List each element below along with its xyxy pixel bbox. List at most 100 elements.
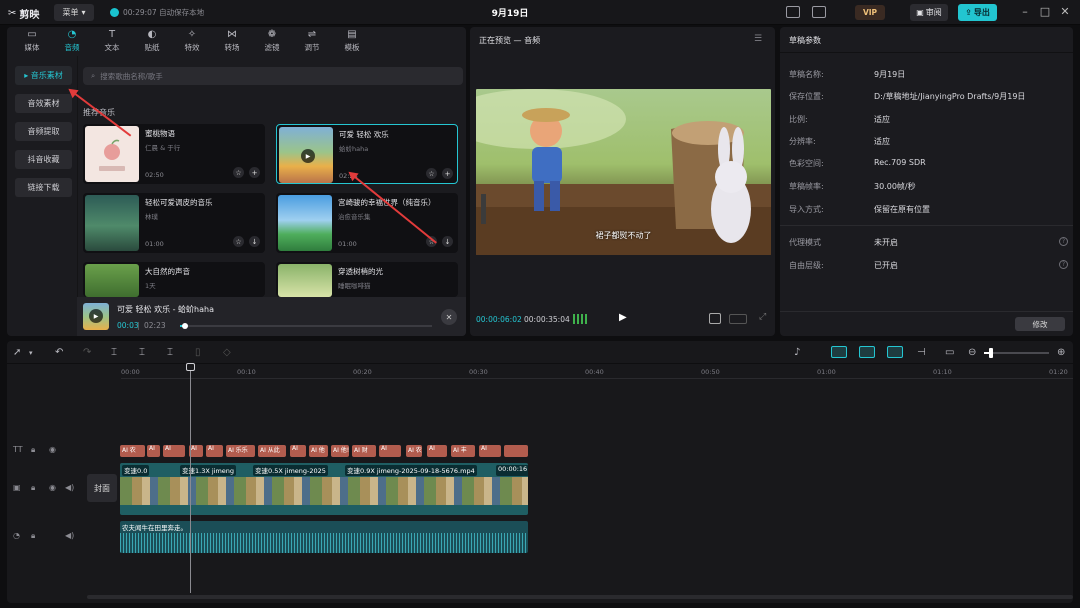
text-clip[interactable]: AI	[147, 445, 160, 457]
tab-transition[interactable]: ⋈ 转场	[212, 27, 252, 56]
lock-icon[interactable]: 🔒︎	[31, 531, 35, 541]
menu-icon[interactable]: ☰	[754, 34, 762, 44]
player-progress-handle[interactable]	[182, 323, 189, 329]
add-icon[interactable]: +	[249, 167, 260, 178]
search-input[interactable]: ⌕ 搜索歌曲名称/歌手	[83, 67, 463, 85]
maximize-icon[interactable]: □	[1038, 5, 1052, 18]
time-ruler[interactable]: 00:00 00:10 00:20 00:30 00:40 00:50 01:0…	[121, 367, 1073, 379]
play-icon[interactable]: ▶	[619, 312, 627, 323]
help-icon[interactable]: ?	[1059, 237, 1068, 246]
music-card-selected[interactable]: ▶ 可爱 轻松 欢乐 蛤蚧haha 02:23 ☆ +	[276, 124, 458, 184]
playhead[interactable]	[186, 363, 195, 593]
text-clip[interactable]: AI 农	[120, 445, 145, 457]
playhead-handle[interactable]	[186, 363, 195, 371]
music-card[interactable]: 穿透树梢的光 睡眠咖啡猫	[276, 262, 458, 297]
eye-icon[interactable]: ◉	[49, 483, 56, 492]
sidebar-item-sfx[interactable]: 音效素材	[15, 94, 72, 113]
audio-track-clip[interactable]: 农夫闻牛在田里奔走。	[120, 521, 528, 553]
tab-filter[interactable]: ❁ 滤镜	[252, 27, 292, 56]
microphone-icon[interactable]: ♪	[794, 347, 800, 358]
link-icon[interactable]	[887, 346, 903, 358]
delete-icon[interactable]: ▯	[195, 347, 201, 358]
video-track-clip[interactable]: 变速0.0 变速1.3X jimeng 变速0.5X jimeng-2025 变…	[120, 463, 528, 515]
favorite-icon[interactable]: ☆	[426, 168, 437, 179]
text-clip[interactable]: AI 乐乐	[226, 445, 255, 457]
menu-button[interactable]: 菜单 ▾	[54, 4, 94, 21]
shield-icon[interactable]: ◇	[223, 347, 231, 358]
tab-text[interactable]: T 文本	[92, 27, 132, 56]
zoom-in-icon[interactable]: ⊕	[1057, 347, 1065, 358]
chevron-down-icon[interactable]: ▾	[29, 349, 33, 357]
volume-icon[interactable]: ◀)	[65, 483, 74, 492]
select-tool-icon[interactable]: ➚	[13, 347, 21, 358]
sidebar-item-link[interactable]: 链接下载	[15, 178, 72, 197]
text-clip[interactable]: AI	[479, 445, 501, 457]
keyboard-icon[interactable]	[786, 6, 800, 18]
play-icon[interactable]: ▶	[89, 309, 103, 323]
redo-icon[interactable]: ↷	[83, 347, 91, 358]
text-clip[interactable]: AI	[206, 445, 223, 457]
minimize-icon[interactable]: –	[1018, 5, 1032, 18]
play-icon[interactable]: ▶	[301, 149, 315, 163]
favorite-icon[interactable]: ☆	[233, 167, 244, 178]
text-clip[interactable]: AI 农	[406, 445, 422, 457]
music-card[interactable]: 轻松可爱调皮的音乐 林璞 01:00 ☆ ↓	[83, 193, 265, 253]
text-clip[interactable]: AI	[427, 445, 447, 457]
cover-button[interactable]: 封面	[87, 474, 117, 502]
timeline-scrollbar[interactable]	[87, 595, 1073, 599]
text-clip[interactable]	[504, 445, 528, 457]
help-icon[interactable]: ?	[1059, 260, 1068, 269]
text-clip[interactable]: AI	[189, 445, 203, 457]
text-clip[interactable]: AI	[290, 445, 306, 457]
text-clip[interactable]: AI 他	[309, 445, 328, 457]
music-card[interactable]: 大自然的声音 1天	[83, 262, 265, 297]
undo-icon[interactable]: ↶	[55, 347, 63, 358]
modify-button[interactable]: 修改	[1015, 317, 1065, 331]
trim-left-icon[interactable]: ⌶	[139, 347, 145, 358]
split-icon[interactable]: ⌶	[111, 347, 117, 358]
eye-icon[interactable]: ◉	[49, 445, 56, 454]
ratio-icon[interactable]	[729, 314, 747, 324]
preview-axis-icon[interactable]: ▭	[945, 347, 954, 358]
text-clip[interactable]: AI	[379, 445, 401, 457]
download-icon[interactable]: ↓	[249, 236, 260, 247]
trim-right-icon[interactable]: ⌶	[167, 347, 173, 358]
auto-snap-icon[interactable]	[859, 346, 875, 358]
sidebar-item-extract[interactable]: 音频提取	[15, 122, 72, 141]
align-icon[interactable]: ⊣	[917, 347, 926, 358]
volume-icon[interactable]: ◀)	[65, 531, 74, 540]
review-button[interactable]: ▣ 审阅	[910, 4, 948, 21]
lock-icon[interactable]: 🔒︎	[31, 483, 35, 493]
sidebar-item-music[interactable]: ▸ 音乐素材	[15, 66, 72, 85]
text-clip[interactable]: AI 从此	[258, 445, 286, 457]
zoom-out-icon[interactable]: ⊖	[968, 347, 976, 358]
tab-audio[interactable]: ◔ 音频	[52, 27, 92, 56]
music-card[interactable]: 蜜桃物语 仁晨 & 于行 02:50 ☆ +	[83, 124, 265, 184]
favorite-icon[interactable]: ☆	[233, 236, 244, 247]
tab-media[interactable]: ▭ 媒体	[12, 27, 52, 56]
main-track-magnet-icon[interactable]	[831, 346, 847, 358]
player-progress-track[interactable]	[180, 323, 432, 329]
tab-adjust[interactable]: ⇌ 调节	[292, 27, 332, 56]
screenshot-icon[interactable]	[709, 313, 721, 324]
tab-template[interactable]: ▤ 模板	[332, 27, 372, 56]
sidebar-item-douyin[interactable]: 抖音收藏	[15, 150, 72, 169]
download-icon[interactable]: ↓	[442, 236, 453, 247]
tab-sticker[interactable]: ◐ 贴纸	[132, 27, 172, 56]
text-clip[interactable]: AI 财	[352, 445, 376, 457]
lock-icon[interactable]: 🔒︎	[31, 445, 35, 455]
close-player-icon[interactable]: ✕	[441, 309, 457, 325]
fullscreen-icon[interactable]: ⤢	[759, 312, 766, 322]
tab-effects[interactable]: ✧ 特效	[172, 27, 212, 56]
music-card[interactable]: 宫崎骏的幸福世界（纯音乐） 治愈音乐集 01:00 ☆ ↓	[276, 193, 458, 253]
text-clip[interactable]: AI 他!	[331, 445, 349, 457]
export-button[interactable]: ⇪ 导出	[958, 4, 997, 21]
text-clip[interactable]: AI	[163, 445, 185, 457]
add-icon[interactable]: +	[442, 168, 453, 179]
text-clip[interactable]: AI 丰	[451, 445, 475, 457]
layout-icon[interactable]	[812, 6, 826, 18]
zoom-slider[interactable]	[984, 348, 1049, 358]
close-icon[interactable]: ✕	[1058, 5, 1072, 18]
zoom-slider-handle[interactable]	[989, 348, 993, 358]
vip-badge[interactable]: VIP	[855, 5, 885, 20]
